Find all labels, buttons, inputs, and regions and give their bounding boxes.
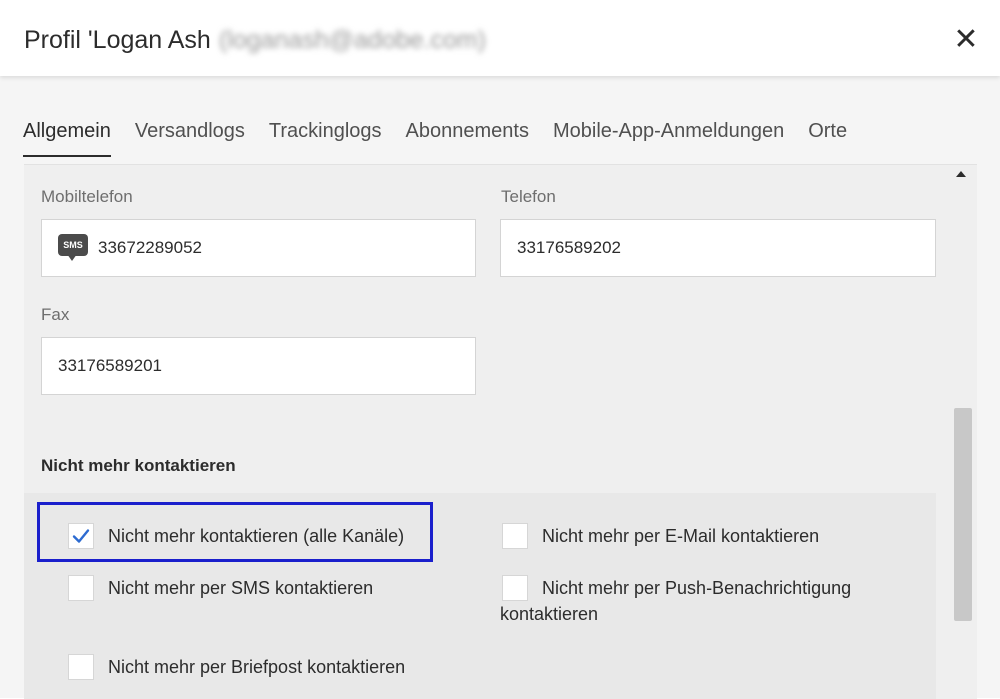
scrollbar-thumb[interactable] [954,408,972,621]
checkbox-sms[interactable]: Nicht mehr per SMS kontaktieren [68,575,373,601]
fax-value: 33176589201 [58,356,163,375]
tab-mobile-app-anmeldungen[interactable]: Mobile-App-Anmeldungen [553,120,784,157]
checkbox-label: Nicht mehr per Push-Benachrichtigung [542,578,852,598]
fax-label: Fax [41,305,70,324]
checkbox-box[interactable] [68,654,94,680]
checkbox-box[interactable] [68,523,94,549]
sms-icon: SMS [58,234,88,262]
general-panel: Mobiltelefon SMS 33672289052 Telefon 331… [24,164,977,699]
checkbox-box[interactable] [502,575,528,601]
checkbox-all-channels[interactable]: Nicht mehr kontaktieren (alle Kanäle) [68,523,404,549]
mobile-field[interactable]: SMS 33672289052 [41,219,476,277]
checkbox-email[interactable]: Nicht mehr per E-Mail kontaktieren [502,523,819,549]
dialog-header: Profil 'Logan Ash (loganash@adobe.com) ✕ [0,0,1000,76]
checkbox-label: Nicht mehr per SMS kontaktieren [108,578,374,598]
tab-orte[interactable]: Orte [808,120,847,157]
tab-trackinglogs[interactable]: Trackinglogs [269,120,382,157]
sms-icon-tail [67,254,77,261]
sms-icon-text: SMS [58,234,88,256]
dialog-title: Profil 'Logan Ash (loganash@adobe.com) [24,26,486,55]
no-contact-section-title: Nicht mehr kontaktieren [41,456,236,475]
phone-label: Telefon [501,187,556,206]
checkbox-label: Nicht mehr per E-Mail kontaktieren [542,526,820,546]
checkbox-label: Nicht mehr per Briefpost kontaktieren [108,657,406,677]
checkbox-push[interactable]: Nicht mehr per Push-Benachrichtigung kon… [500,575,922,627]
tab-allgemein[interactable]: Allgemein [23,120,111,157]
checkbox-box[interactable] [68,575,94,601]
checkbox-post[interactable]: Nicht mehr per Briefpost kontaktieren [68,654,405,680]
fax-field[interactable]: 33176589201 [41,337,476,395]
phone-field[interactable]: 33176589202 [500,219,936,277]
profile-title: Profil 'Logan Ash [24,26,211,54]
phone-value: 33176589202 [517,238,622,257]
tab-bar: Allgemein Versandlogs Trackinglogs Abonn… [23,120,871,157]
dialog-body: Allgemein Versandlogs Trackinglogs Abonn… [0,76,1000,699]
mobile-label: Mobiltelefon [41,187,133,206]
mobile-value: 33672289052 [98,238,203,257]
checkmark-icon [72,529,90,543]
scroll-up-icon[interactable] [956,171,966,177]
checkbox-box[interactable] [502,523,528,549]
close-icon[interactable]: ✕ [950,24,982,56]
checkbox-label: Nicht mehr kontaktieren (alle Kanäle) [108,526,405,546]
tab-abonnements[interactable]: Abonnements [406,120,529,157]
checkbox-label-line2: kontaktieren [500,604,599,624]
profile-email-blurred: (loganash@adobe.com) [218,26,487,54]
tab-versandlogs[interactable]: Versandlogs [135,120,245,157]
